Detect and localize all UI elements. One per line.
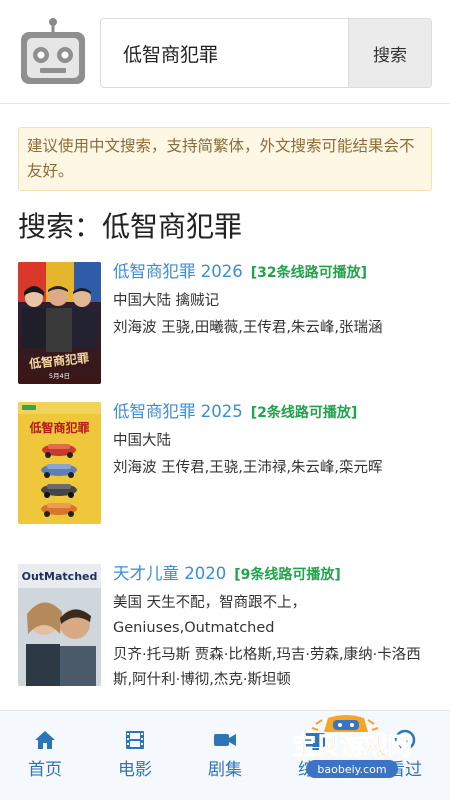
search-box: 搜索	[100, 18, 432, 88]
poster-title-text: 低智商犯罪	[28, 420, 89, 435]
poster-image[interactable]: OutMatched	[18, 564, 101, 686]
result-title-link[interactable]: 天才儿童 2020	[113, 564, 226, 583]
result-cast: 刘海波 王传君,王骁,王沛禄,朱云峰,栾元晖	[113, 460, 383, 476]
result-title-row: 天才儿童 2020 [9条线路可播放]	[113, 562, 433, 587]
source-count-badge: [2条线路可播放]	[250, 405, 358, 421]
film-icon	[100, 729, 170, 751]
poster-title-text: OutMatched	[22, 570, 98, 583]
poster-image[interactable]: 低智商犯罪	[18, 402, 101, 524]
robot-logo-icon[interactable]	[18, 18, 88, 88]
poster-image[interactable]: 低智商犯罪 5月4日	[18, 262, 101, 384]
result-cast: 刘海波 王骁,田曦薇,王传君,朱云峰,张瑞涵	[113, 320, 383, 336]
video-camera-icon	[190, 729, 260, 751]
search-button[interactable]: 搜索	[348, 19, 431, 87]
site-watermark: 宝贝游戏网 baobeiy.com	[276, 712, 426, 782]
watermark-name: 宝贝游戏网	[292, 732, 412, 760]
result-meta: 美国 天生不配，智商跟不上，	[113, 595, 307, 611]
result-meta: 中国大陆	[113, 433, 171, 449]
result-meta: 中国大陆 擒贼记	[113, 293, 220, 309]
search-notice: 建议使用中文搜索，支持简繁体，外文搜索可能结果会不友好。	[18, 127, 432, 191]
source-count-badge: [9条线路可播放]	[234, 567, 341, 583]
result-alt-names: Geniuses,Outmatched	[113, 620, 275, 636]
result-cast: 贝齐·托马斯 贾森·比格斯,玛吉·劳森,康纳·卡洛西斯,阿什利·博彻,杰克·斯坦…	[113, 647, 421, 688]
nav-home-label: 首页	[28, 760, 62, 780]
result-info: 低智商犯罪 2025 [2条线路可播放] 中国大陆 刘海波 王传君,王骁,王沛禄,…	[113, 400, 433, 481]
nav-movie[interactable]: 电影	[100, 729, 170, 780]
page-title: 搜索：低智商犯罪	[18, 210, 243, 243]
watermark-url: baobeiy.com	[317, 763, 386, 776]
result-info: 天才儿童 2020 [9条线路可播放] 美国 天生不配，智商跟不上， Genius…	[113, 562, 433, 693]
nav-series-label: 剧集	[208, 760, 242, 780]
poster-date-text: 5月4日	[49, 372, 70, 380]
header: 搜索	[0, 0, 450, 104]
home-icon	[10, 729, 80, 751]
result-info: 低智商犯罪 2026 [32条线路可播放] 中国大陆 擒贼记 刘海波 王骁,田曦薇…	[113, 260, 433, 341]
result-title-link[interactable]: 低智商犯罪 2026	[113, 262, 243, 281]
nav-series[interactable]: 剧集	[190, 729, 260, 780]
result-title-row: 低智商犯罪 2026 [32条线路可播放]	[113, 260, 433, 285]
nav-movie-label: 电影	[118, 760, 152, 780]
search-input[interactable]	[101, 19, 349, 87]
result-title-row: 低智商犯罪 2025 [2条线路可播放]	[113, 400, 433, 425]
nav-home[interactable]: 首页	[10, 729, 80, 780]
result-title-link[interactable]: 低智商犯罪 2025	[113, 402, 243, 421]
gamepad-icon	[311, 715, 379, 732]
source-count-badge: [32条线路可播放]	[250, 265, 368, 281]
